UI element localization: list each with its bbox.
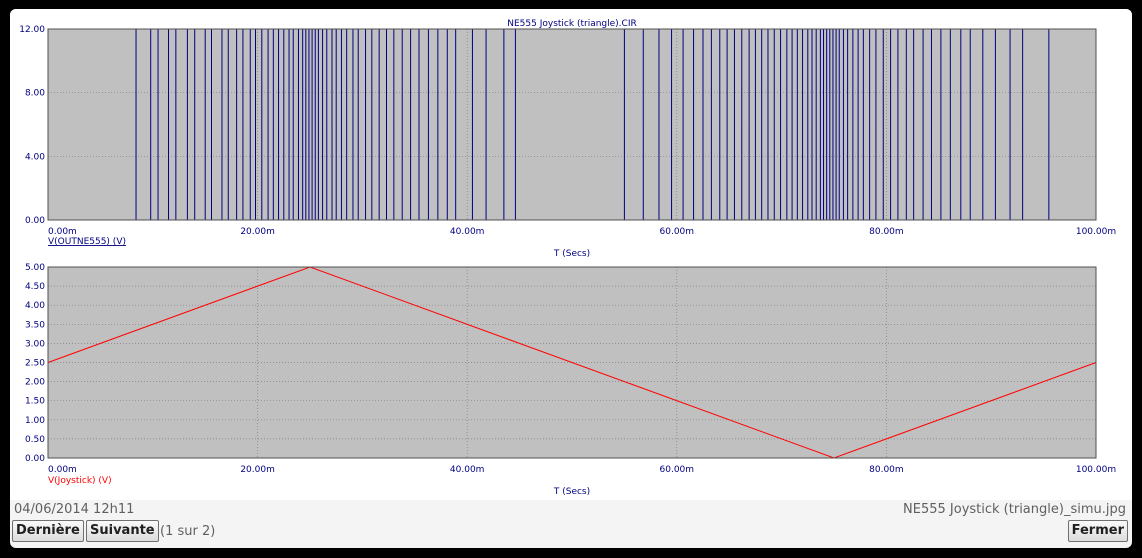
chart-title: NE555 Joystick (triangle).CIR bbox=[507, 19, 636, 29]
x-tick-label: 20.00m bbox=[240, 227, 275, 237]
x-tick-label: 0.00m bbox=[48, 465, 77, 475]
x-tick-label: 40.00m bbox=[450, 227, 485, 237]
y-tick-label: 0.50 bbox=[25, 435, 45, 445]
x-tick-label: 40.00m bbox=[450, 465, 485, 475]
x-tick-label: 100.00m bbox=[1076, 465, 1116, 475]
y-tick-label: 1.50 bbox=[25, 397, 45, 407]
x-axis-label: T (Secs) bbox=[553, 487, 590, 497]
y-tick-label: 5.00 bbox=[25, 263, 45, 273]
y-tick-label: 2.50 bbox=[25, 359, 45, 369]
page-counter: (1 sur 2) bbox=[160, 524, 216, 539]
y-tick-label: 2.00 bbox=[25, 378, 45, 388]
y-tick-label: 0.00 bbox=[25, 454, 45, 464]
y-tick-label: 1.00 bbox=[25, 416, 45, 426]
image-filename: NE555 Joystick (triangle)_simu.jpg bbox=[903, 502, 1126, 517]
x-tick-label: 100.00m bbox=[1076, 227, 1116, 237]
y-tick-label: 3.50 bbox=[25, 320, 45, 330]
close-button[interactable]: Fermer bbox=[1067, 520, 1128, 542]
image-date: 04/06/2014 12h11 bbox=[14, 502, 135, 517]
viewer-frame: NE555 Joystick (triangle).CIR 0.00 4.00 8.0… bbox=[10, 9, 1132, 548]
chart-svg: NE555 Joystick (triangle).CIR 0.00 4.00 8.0… bbox=[19, 19, 1116, 497]
y-tick-label: 4.50 bbox=[25, 282, 45, 292]
last-button[interactable]: Dernière bbox=[12, 520, 84, 542]
x-tick-label: 80.00m bbox=[869, 227, 904, 237]
y-tick-label: 8.00 bbox=[25, 89, 45, 99]
y-tick-label: 12.00 bbox=[19, 25, 45, 35]
next-button[interactable]: Suivante bbox=[86, 520, 159, 542]
plot-image: NE555 Joystick (triangle).CIR 0.00 4.00 8.0… bbox=[10, 9, 1132, 500]
y-tick-label: 4.00 bbox=[25, 301, 45, 311]
y-tick-label: 4.00 bbox=[25, 152, 45, 162]
series-label: V(Joystick) (V) bbox=[48, 476, 112, 486]
x-axis-label: T (Secs) bbox=[553, 249, 590, 259]
y-tick-label: 0.00 bbox=[25, 216, 45, 226]
x-tick-label: 20.00m bbox=[240, 465, 275, 475]
series-label: V(OUTNE555) (V) bbox=[48, 237, 126, 247]
x-tick-label: 60.00m bbox=[660, 227, 695, 237]
y-tick-label: 3.00 bbox=[25, 339, 45, 349]
x-tick-label: 80.00m bbox=[869, 465, 904, 475]
x-tick-label: 60.00m bbox=[660, 465, 695, 475]
x-tick-label: 0.00m bbox=[48, 227, 77, 237]
